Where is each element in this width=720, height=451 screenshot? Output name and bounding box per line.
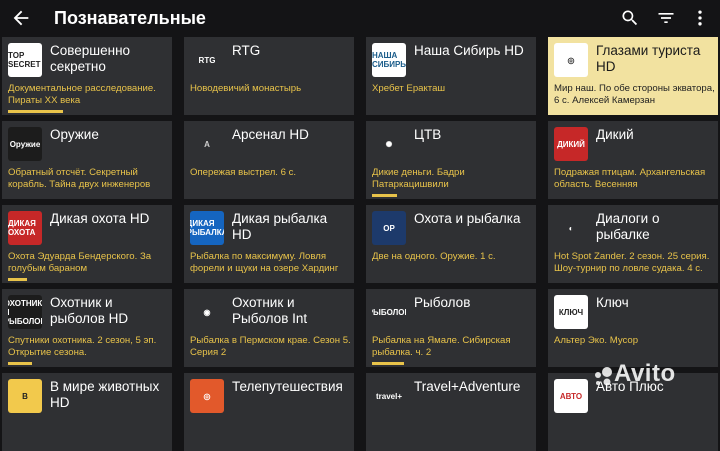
channel-logo: TOP SECRET [8, 43, 42, 77]
program-title: Хребет Еракташ [372, 83, 446, 94]
channel-name: Оружие [50, 127, 99, 142]
channel-logo: A [204, 139, 210, 149]
channel-card[interactable]: ◎ Глазами туриста HD Мир наш. По обе сторо… [548, 37, 718, 115]
channel-name: Совершенно секретно [50, 43, 131, 74]
program-title: Новодевичий монастырь [190, 83, 302, 94]
channel-logo: ДИКАЯ ОХОТА [8, 211, 42, 245]
program-title: Дикие деньги. Бадри Патаркацишвили [372, 167, 465, 190]
channel-card[interactable]: ✺ ЦТВ Дикие деньги. Бадри Патаркацишвили [366, 121, 536, 199]
channel-logo: КЛЮЧ [554, 295, 588, 329]
channel-card[interactable]: ДИКАЯ ОХОТА Дикая охота HD Охота Эдуарда Б… [2, 205, 172, 283]
program-title: Альтер Эко. Мусор [554, 335, 639, 346]
channel-card[interactable]: ◎ Телепутешествия [184, 373, 354, 451]
program-progress-bar [8, 110, 63, 113]
program-progress-bar [372, 362, 404, 365]
channel-card[interactable]: ◐ Диалоги о рыбалке Hot Spot Zander. 2 сез… [548, 205, 718, 283]
channel-card[interactable]: A Арсенал HD Опережая выстрел. 6 с. [184, 121, 354, 199]
program-progress-bar [372, 194, 397, 197]
channel-card[interactable]: ◉ Охотник и Рыболов Int Рыбалка в Пермском… [184, 289, 354, 367]
more-vertical-icon[interactable] [690, 8, 710, 28]
channel-card[interactable]: ДИКИЙ Дикий Подражая птицам. Архангельская… [548, 121, 718, 199]
channel-name: Охотник и Рыболов Int [232, 295, 308, 326]
channel-card[interactable]: Оружие Оружие Обратный отсчёт. Секретный к… [2, 121, 172, 199]
channel-card[interactable]: РЫБОЛОВ Рыболов Рыбалка на Ямале. Сибирска… [366, 289, 536, 367]
channel-card[interactable]: travel+ Travel+Adventure [366, 373, 536, 451]
channel-name: Охотник и рыболов HD [50, 295, 129, 326]
program-title: Рыбалка на Ямале. Сибирская рыбалка. ч. … [372, 335, 511, 358]
channel-card[interactable]: ОР Охота и рыбалка Две на одного. Оружие. … [366, 205, 536, 283]
page-title: Познавательные [54, 8, 206, 28]
channel-logo: travel+ [375, 391, 403, 401]
search-icon[interactable] [620, 8, 640, 28]
channel-card[interactable]: НАША СИБИРЬ Наша Сибирь HD Хребет Еракташ [366, 37, 536, 115]
channel-logo: АВТО [554, 379, 588, 413]
channel-name: Рыболов [414, 295, 471, 310]
channel-logo: ДИКИЙ [554, 127, 588, 161]
channel-name: RTG [232, 43, 261, 58]
program-title: Рыбалка в Пермском крае. Сезон 5. Серия … [190, 335, 351, 358]
channel-logo: Оружие [8, 127, 42, 161]
program-title: Документальное расследование. Пираты XX … [8, 83, 156, 106]
channel-name: ЦТВ [414, 127, 442, 142]
program-progress-bar [8, 362, 32, 365]
channel-name: Наша Сибирь HD [414, 43, 524, 58]
channel-logo: РЫБОЛОВ [372, 307, 406, 317]
program-title: Охота Эдуарда Бендерского. За голубым ба… [8, 251, 152, 274]
channel-logo: ◉ [203, 307, 211, 317]
channel-name: Диалоги о рыбалке [596, 211, 660, 242]
program-title: Обратный отсчёт. Секретный корабль. Тайн… [8, 167, 151, 190]
program-title: Подражая птицам. Архангельская область. … [554, 167, 706, 190]
channel-name: В мире животных HD [50, 379, 160, 410]
program-progress-bar [8, 278, 27, 281]
filter-icon[interactable] [656, 8, 676, 28]
watermark: Avito [614, 360, 676, 387]
channel-logo: ✺ [385, 139, 393, 149]
avito-logo-icon [595, 367, 612, 386]
channel-card[interactable]: В В мире животных HD [2, 373, 172, 451]
channel-name: Арсенал HD [232, 127, 309, 142]
channel-card[interactable]: RTG RTG Новодевичий монастырь [184, 37, 354, 115]
program-title: Спутники охотника. 2 сезон, 5 эп. Открыт… [8, 335, 157, 358]
channel-name: Дикая охота HD [50, 211, 150, 226]
channel-logo: ◎ [554, 43, 588, 77]
channel-logo: ДИКАЯ РЫБАЛКА [190, 211, 224, 245]
channel-card[interactable]: ДИКАЯ РЫБАЛКА Дикая рыбалка HD Рыбалка по … [184, 205, 354, 283]
channel-logo: RTG [198, 55, 216, 65]
app-bar: Познавательные [0, 0, 720, 36]
channel-logo: ◎ [190, 379, 224, 413]
channel-name: Охота и рыбалка [414, 211, 521, 226]
channel-name: Телепутешествия [232, 379, 343, 394]
back-arrow-icon[interactable] [10, 7, 32, 29]
program-title: Мир наш. По обе стороны экватора, 6 с. А… [554, 83, 715, 106]
channel-name: Ключ [596, 295, 629, 310]
channel-logo: ◐ [568, 223, 574, 233]
channel-logo: В [8, 379, 42, 413]
channel-logo: ОР [372, 211, 406, 245]
channel-card[interactable]: КЛЮЧ Ключ Альтер Эко. Мусор [548, 289, 718, 367]
channel-logo: НАША СИБИРЬ [372, 43, 406, 77]
program-title: Рыбалка по максимуму. Ловля форели и щук… [190, 251, 339, 274]
channel-card[interactable]: TOP SECRET Совершенно секретно Документаль… [2, 37, 172, 115]
channel-name: Дикий [596, 127, 634, 142]
channel-logo: ОХОТНИК И РЫБОЛОВ [8, 295, 42, 329]
channel-name: Travel+Adventure [414, 379, 521, 394]
program-title: Опережая выстрел. 6 с. [190, 167, 297, 178]
channel-name: Дикая рыбалка HD [232, 211, 328, 242]
program-title: Hot Spot Zander. 2 сезон. 25 серия. Шоу-… [554, 251, 710, 274]
channel-name: Глазами туриста HD [596, 43, 701, 74]
program-title: Две на одного. Оружие. 1 с. [372, 251, 496, 262]
channel-card[interactable]: ОХОТНИК И РЫБОЛОВ Охотник и рыболов HD Спу… [2, 289, 172, 367]
